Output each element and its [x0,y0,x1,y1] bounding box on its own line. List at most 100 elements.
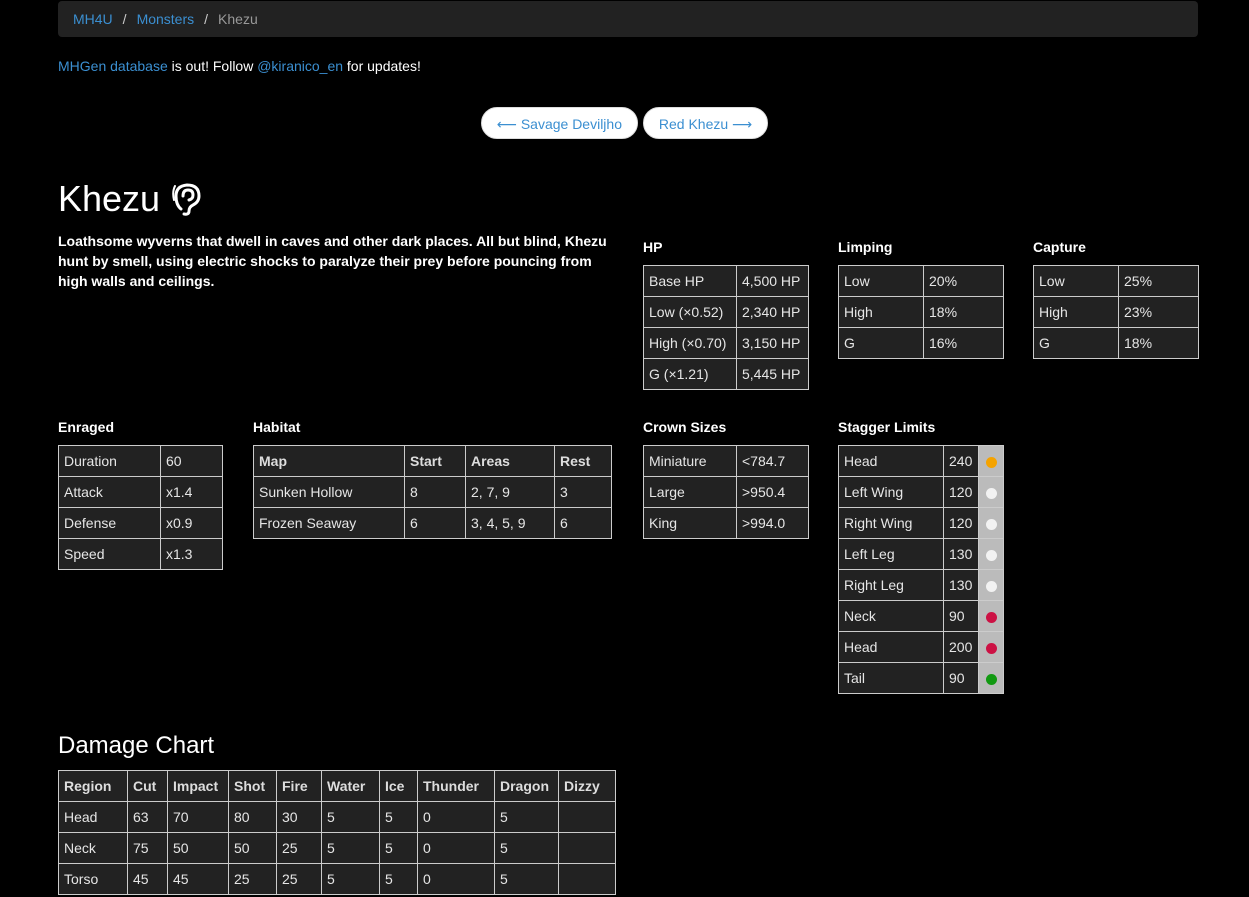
table-cell: 30 [276,801,322,833]
table-cell: 25% [1118,265,1199,297]
table-cell: 23% [1118,296,1199,328]
stagger-indicator-cell [978,538,1004,570]
stagger-value: 130 [943,569,979,601]
column-header: Dizzy [558,770,616,802]
table-row: Low (×0.52) 2,340 HP [643,296,809,328]
table-cell: 25 [228,863,277,895]
table-cell: 2,340 HP [736,296,809,328]
breadcrumb-current: Khezu [218,11,258,27]
crown-sizes-table: Miniature <784.7 Large >950.4 King >994.0 [643,445,809,539]
table-cell: 25 [276,832,322,864]
column-header: Cut [127,770,168,802]
table-cell: Miniature [643,445,737,477]
mhgen-database-link[interactable]: MHGen database [58,58,168,74]
table-cell: 45 [127,863,168,895]
table-row: Attack x1.4 [58,476,223,508]
table-row: King >994.0 [643,507,809,539]
stagger-part: Tail [838,662,944,694]
table-cell: 3, 4, 5, 9 [465,507,555,539]
breadcrumb-mh4u-link[interactable]: MH4U [73,11,113,27]
table-row: Low 20% [838,265,1004,297]
table-cell: 0 [417,801,495,833]
table-cell: Large [643,476,737,508]
table-cell: 63 [127,801,168,833]
monster-pager: ⟵ Savage Deviljho Red Khezu ⟶ [0,107,1249,139]
table-cell: 5 [494,832,559,864]
table-cell: 5 [379,863,418,895]
table-header-row: Region Cut Impact Shot Fire Water Ice Thunder Dr… [58,770,616,802]
status-dot-icon [985,642,997,654]
stagger-value: 200 [943,631,979,663]
table-cell [558,801,616,833]
table-cell [558,832,616,864]
column-header: Water [321,770,380,802]
table-row: Neck 90 [838,600,1004,632]
table-cell: 5 [379,801,418,833]
damage-chart-heading: Damage Chart [58,732,215,759]
stagger-value: 120 [943,507,979,539]
table-cell: 5,445 HP [736,358,809,390]
table-cell: High [1033,296,1119,328]
table-cell: 70 [167,801,229,833]
stagger-indicator-cell [978,631,1004,663]
status-dot-icon [985,549,997,561]
table-cell: 18% [1118,327,1199,359]
column-header: Areas [465,445,555,477]
stagger-part: Left Leg [838,538,944,570]
table-cell: Speed [58,538,161,570]
table-cell: G [838,327,924,359]
next-monster-button[interactable]: Red Khezu ⟶ [642,107,769,139]
table-row: G 18% [1033,327,1199,359]
table-cell: Head [58,801,128,833]
table-row: Sunken Hollow 8 2, 7, 9 3 [253,476,612,508]
stagger-part: Right Leg [838,569,944,601]
table-cell: Low [838,265,924,297]
column-header: Rest [554,445,612,477]
twitter-link[interactable]: @kiranico_en [257,58,343,74]
table-cell: >950.4 [736,476,809,508]
column-header: Fire [276,770,322,802]
stagger-part: Head [838,631,944,663]
breadcrumb-separator: / [204,11,209,27]
table-cell: 2, 7, 9 [465,476,555,508]
stagger-value: 240 [943,445,979,477]
enraged-table: Duration 60 Attack x1.4 Defense x0.9 Speed x… [58,445,223,570]
table-cell: 5 [379,832,418,864]
damage-chart-table: Region Cut Impact Shot Fire Water Ice Thunder Dr… [58,770,616,895]
announcement-banner: MHGen database is out! Follow @kiranico_… [58,58,421,74]
stagger-value: 90 [943,600,979,632]
table-cell: 5 [321,801,380,833]
table-cell: Frozen Seaway [253,507,405,539]
stagger-part: Head [838,445,944,477]
breadcrumb-monsters-link[interactable]: Monsters [137,11,195,27]
table-cell: 18% [923,296,1004,328]
previous-monster-button[interactable]: ⟵ Savage Deviljho [480,107,638,139]
stagger-indicator-cell [978,662,1004,694]
table-row: High 18% [838,296,1004,328]
monster-name: Khezu [58,178,161,219]
table-row: High (×0.70) 3,150 HP [643,327,809,359]
table-cell: High (×0.70) [643,327,737,359]
table-cell: x1.4 [160,476,223,508]
page-title: Khezu [58,178,204,220]
table-cell: 5 [321,832,380,864]
table-row: G (×1.21) 5,445 HP [643,358,809,390]
table-cell: 8 [404,476,466,508]
limping-heading: Limping [838,239,893,255]
capture-table: Low 25% High 23% G 18% [1033,265,1199,359]
table-row: Right Leg 130 [838,569,1004,601]
stagger-limits-heading: Stagger Limits [838,419,936,435]
stagger-limits-table: Head 240 Left Wing 120 Right Wing 120 Left Leg… [838,445,1004,694]
stagger-indicator-cell [978,600,1004,632]
table-row: Miniature <784.7 [643,445,809,477]
breadcrumb-separator: / [122,11,127,27]
table-cell: Defense [58,507,161,539]
table-cell: 75 [127,832,168,864]
column-header: Start [404,445,466,477]
table-cell: <784.7 [736,445,809,477]
table-cell: 25 [276,863,322,895]
table-cell: 80 [228,801,277,833]
table-cell: x0.9 [160,507,223,539]
column-header: Shot [228,770,277,802]
status-dot-icon [985,611,997,623]
